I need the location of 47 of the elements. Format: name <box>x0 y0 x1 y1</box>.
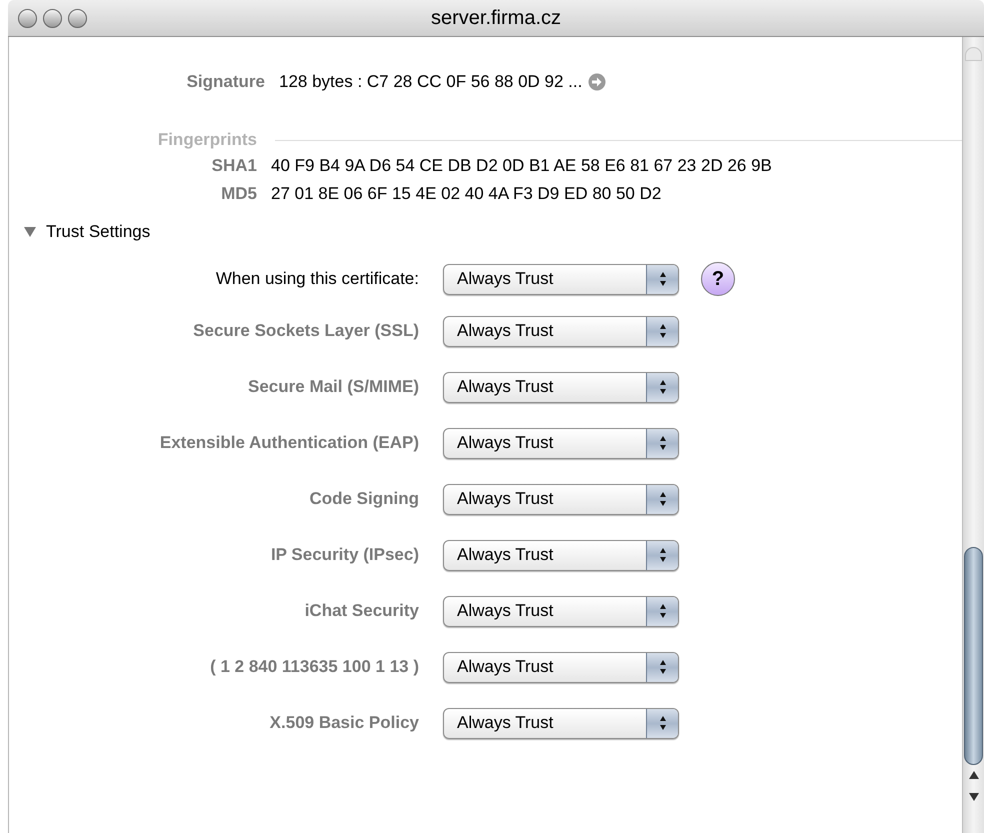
trust-select[interactable]: Always Trust <box>443 540 679 570</box>
trust-select[interactable]: Always Trust <box>443 428 679 458</box>
window-title: server.firma.cz <box>430 6 562 31</box>
scroll-track-cap <box>965 47 982 61</box>
field-label: ( 1 2 840 113635 100 1 13 ) <box>209 656 419 678</box>
field-value: 40 F9 B4 9A D6 54 CE DB D2 0D B1 AE 58 E6 81 67 23 2D 26 9B <box>271 155 772 178</box>
scrollbar[interactable] <box>962 37 984 833</box>
window-control-button[interactable] <box>18 8 37 28</box>
trust-select[interactable]: Always Trust <box>443 484 679 514</box>
stepper-arrows-icon <box>658 323 666 339</box>
stepper-arrows-icon <box>658 715 666 731</box>
trust-select[interactable]: Always Trust <box>443 372 679 402</box>
stepper-arrows-icon <box>658 271 666 287</box>
trust-select[interactable]: Always Trust <box>443 264 679 294</box>
trust-select[interactable]: Always Trust <box>443 708 679 738</box>
stepper-arrows-icon <box>658 603 666 619</box>
field-label: X.509 Basic Policy <box>268 712 419 734</box>
stepper-arrows-icon <box>658 435 666 451</box>
field-label: Code Signing <box>308 488 419 510</box>
stepper-arrows-icon <box>658 379 666 395</box>
field-label: MD5 <box>220 183 257 206</box>
field-label: Extensible Authentication (EAP) <box>158 432 419 454</box>
stepper-arrows-icon <box>658 547 666 563</box>
field-label: Secure Mail (S/MIME) <box>247 376 419 398</box>
field-label: Secure Sockets Layer (SSL) <box>192 320 419 342</box>
scroll-down-arrow-icon[interactable] <box>968 791 980 803</box>
field-label: IP Security (IPsec) <box>270 544 419 566</box>
field-label: Signature <box>186 71 265 94</box>
field-value: 128 bytes : C7 28 CC 0F 56 88 0D 92 ... <box>279 71 582 94</box>
section-title: Trust Settings <box>46 221 150 244</box>
field-label: iChat Security <box>304 600 419 622</box>
trust-select[interactable]: Always Trust <box>443 596 679 626</box>
field-label: SHA1 <box>210 155 257 178</box>
trust-select[interactable]: Always Trust <box>443 652 679 682</box>
help-button[interactable]: ? <box>701 262 735 296</box>
scroll-up-arrow-icon[interactable] <box>968 769 980 781</box>
window-control-button[interactable] <box>68 8 87 28</box>
field-label: When using this certificate: <box>214 268 419 290</box>
stepper-arrows-icon <box>658 659 666 675</box>
disclosure-triangle-icon[interactable] <box>23 225 37 239</box>
scroll-thumb[interactable] <box>964 547 983 765</box>
section-heading: Fingerprints <box>156 129 257 152</box>
arrow-circle-icon[interactable] <box>588 73 606 91</box>
trust-select[interactable]: Always Trust <box>443 316 679 346</box>
field-value: 27 01 8E 06 6F 15 4E 02 40 4A F3 D9 ED 80 50 D2 <box>271 183 662 206</box>
stepper-arrows-icon <box>658 491 666 507</box>
window-control-button[interactable] <box>43 8 62 28</box>
